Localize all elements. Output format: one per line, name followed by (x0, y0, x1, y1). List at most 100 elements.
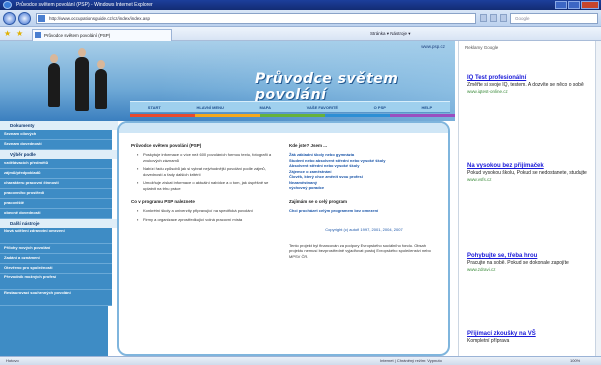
feature-item: Konkrétní školy a univerzity připravujíc… (137, 208, 276, 214)
minimize-button[interactable] (555, 1, 567, 9)
sidebar-item[interactable]: pracovního prostředí (0, 189, 112, 199)
sidebar-item[interactable]: Přílohy nových povolání (0, 244, 112, 254)
sidebar-item[interactable]: vzdělávacích předmětů (0, 159, 112, 169)
sidebar-item[interactable]: Seznam dovedností (0, 140, 112, 150)
tab-label: Průvodce světem povolání (PSP) (44, 33, 111, 38)
ad-title[interactable]: Přijímací zkoušky na VŠ (467, 331, 597, 338)
left-sidebar: Dokumenty Seznam cílových Seznam dovedno… (0, 121, 118, 356)
sidebar-item[interactable]: Restaurovací souhrnných povolání (0, 290, 112, 306)
nav-favorites[interactable]: VAŠE FAVORITÉ (307, 105, 338, 110)
sidebar-item[interactable]: obecně dovednosti (0, 209, 112, 219)
tab-bar: ★ ★ Průvodce světem povolání (PSP) Strán… (0, 27, 601, 41)
content-header-bar (119, 123, 448, 133)
close-button[interactable] (581, 1, 599, 9)
status-bar: Hotovo Internet | Chráněný režim: Vypnut… (0, 356, 601, 365)
intro-item: Poskytuje informace o více než 600 povol… (137, 152, 276, 163)
person-image (95, 69, 107, 109)
sidebar-item[interactable]: Nová sdělení zdravotní omezení (0, 228, 112, 244)
refresh-button[interactable] (490, 14, 497, 22)
top-navigation: START HLAVNÍ MENU MAPA VAŠE FAVORITÉ O P… (130, 101, 450, 113)
address-buttons (480, 14, 507, 22)
person-head (50, 54, 58, 63)
role-link[interactable]: výchovný poradce (289, 185, 439, 191)
nav-map[interactable]: MAPA (260, 105, 271, 110)
go-dropdown-button[interactable] (480, 14, 487, 22)
site-url[interactable]: www.psp.cz (421, 44, 445, 49)
color-strip (130, 114, 455, 117)
window-controls (555, 1, 599, 9)
sidebar-item[interactable]: Zadání a oznámení (0, 254, 112, 264)
stop-button[interactable] (500, 14, 507, 22)
ad-item[interactable]: IQ Test profesionální Změřte si svoje IQ… (467, 75, 597, 95)
person-head (78, 48, 86, 57)
ads-column: Reklamy Google IQ Test profesionální Změ… (458, 41, 601, 356)
features-heading: Co v programu PSP naleznete (131, 199, 195, 204)
left-column: Průvodce světem povolání (PSP) Poskytuje… (131, 143, 276, 225)
search-input[interactable]: Google (510, 13, 598, 24)
ad-url[interactable]: www.zdravi.cz (467, 267, 597, 273)
who-heading: Kde jste? Jsem ... (289, 143, 328, 148)
web-page: www.psp.cz Průvodce světem povolání STAR… (0, 41, 455, 356)
site-title: Průvodce světem povolání (255, 71, 399, 103)
intro-heading: Průvodce světem povolání (PSP) (131, 143, 202, 148)
back-button[interactable] (3, 12, 16, 25)
zoom-level[interactable]: 100% (570, 357, 580, 365)
address-bar: http://www.occupationsguide.cz/cz/index/… (0, 10, 601, 27)
ad-url[interactable]: www.vsfs.cz (467, 177, 597, 183)
security-zone: Internet | Chráněný režim: Vypnuto (380, 358, 442, 363)
ad-title[interactable]: Na vysokou bez přijímaček (467, 163, 597, 170)
sidebar-item[interactable]: Seznam cílových (0, 130, 112, 140)
command-bar[interactable]: Stránka ▾ Nástroje ▾ (370, 31, 411, 37)
tab-page-icon (35, 32, 41, 38)
ad-item[interactable]: Na vysokou bez přijímaček Pokud vysokou … (467, 163, 597, 183)
url-field[interactable]: http://www.occupationsguide.cz/cz/index/… (36, 13, 476, 24)
sidebar-section-head: Výběr podle (0, 150, 118, 159)
forward-button[interactable] (18, 12, 31, 25)
right-column: Kde jste? Jsem ... Žák základní školy ne… (289, 143, 439, 259)
feature-item: Firmy a organizace zprostředkující volná… (137, 217, 276, 223)
sidebar-item[interactable]: Převodník možných profesí (0, 274, 112, 290)
ads-label: Reklamy Google (465, 45, 499, 50)
ad-url[interactable]: www.iqtest-online.cz (467, 89, 597, 95)
sidebar-item[interactable]: Otevřeno pro společnosti (0, 264, 112, 274)
sidebar-section-head: Dokumenty (0, 121, 118, 130)
scrollbar[interactable] (595, 41, 601, 356)
program-heading: Zajímám se o celý program (289, 198, 348, 204)
ad-desc: Pokud vysokou školu, Pokud se nedostanet… (467, 170, 587, 176)
site-banner: www.psp.cz Průvodce světem povolání STAR… (0, 41, 455, 121)
search-placeholder: Google (515, 16, 530, 21)
person-image (48, 63, 60, 107)
nav-help[interactable]: HELP (422, 105, 433, 110)
sidebar-item[interactable]: charakteru pracovní činnosti (0, 179, 112, 189)
nav-main-menu[interactable]: HLAVNÍ MENU (196, 105, 223, 110)
nav-start[interactable]: START (148, 105, 161, 110)
favorites-star-icon[interactable]: ★ (4, 30, 12, 38)
sidebar-item[interactable]: zájmů/předpokladů (0, 169, 112, 179)
sidebar-section-head: Další nástroje (0, 219, 118, 228)
add-favorite-icon[interactable]: ★ (16, 30, 24, 38)
ad-item[interactable]: Přijímací zkoušky na VŠ Kompletní přípra… (467, 331, 597, 345)
intro-item: Umožňuje získat informace o aktuální nab… (137, 180, 276, 191)
sidebar-item[interactable]: pracoviště (0, 199, 112, 209)
ie-logo-icon (3, 1, 12, 9)
footer-text: Tento projekt byl financován za podpory … (289, 242, 431, 259)
copyright: Copyright (c) autoři 1997, 2001, 2004, 2… (325, 227, 403, 232)
ad-desc: Kompletní příprava (467, 338, 510, 344)
tools-menu[interactable]: Stránka ▾ Nástroje ▾ (370, 31, 411, 36)
ad-title[interactable]: Pohybujte se, třeba hrou (467, 253, 597, 260)
person-image (75, 57, 89, 111)
status-text: Hotovo (6, 358, 19, 363)
program-link[interactable]: Chci procházet celým programem bez omeze… (289, 208, 439, 214)
url-text: http://www.occupationsguide.cz/cz/index/… (49, 16, 151, 21)
tab-active[interactable]: Průvodce světem povolání (PSP) (32, 29, 172, 41)
intro-item: Nabízí řadu způsobů jak si vybrat nejvho… (137, 166, 276, 177)
nav-about[interactable]: O PSP (374, 105, 386, 110)
person-head (97, 60, 105, 69)
ad-item[interactable]: Pohybujte se, třeba hrou Pracujte na sob… (467, 253, 597, 273)
main-content: Průvodce světem povolání (PSP) Poskytuje… (117, 121, 450, 356)
maximize-button[interactable] (568, 1, 580, 9)
window-title-bar: Průvodce světem povolání (PSP) - Windows… (0, 0, 601, 10)
ad-title[interactable]: IQ Test profesionální (467, 75, 597, 82)
page-icon (38, 15, 45, 22)
ad-desc: Změřte si svoje IQ, testem. A dozvíte se… (467, 82, 584, 88)
